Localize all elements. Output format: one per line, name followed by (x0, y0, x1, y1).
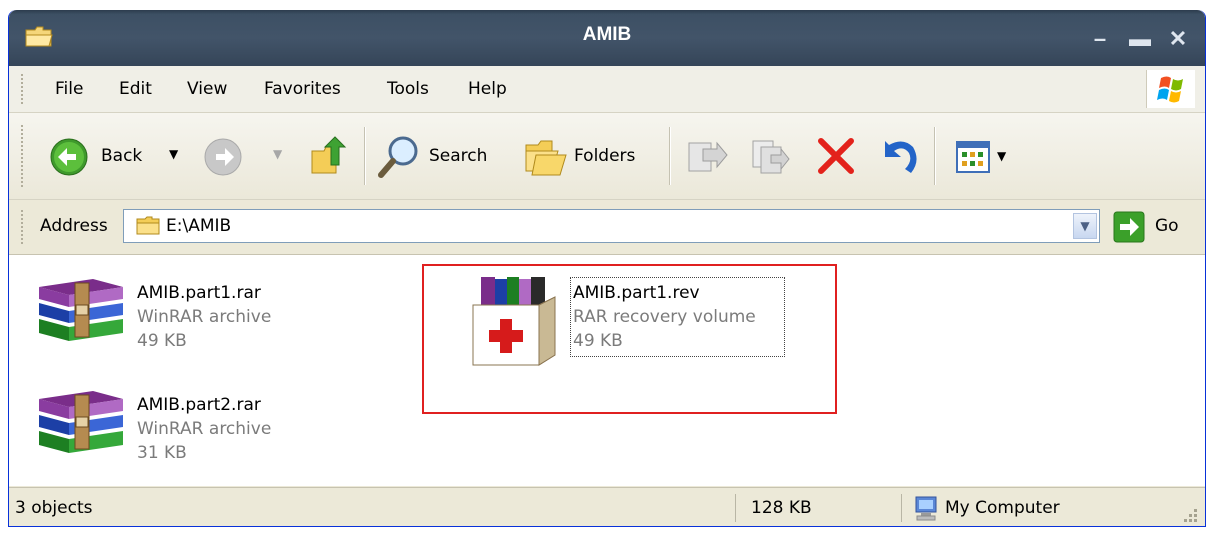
delete-icon[interactable] (815, 135, 857, 177)
status-total-size: 128 KB (751, 498, 812, 518)
status-divider (735, 494, 736, 522)
toolbar-separator (669, 127, 671, 185)
minimize-button[interactable]: – (1087, 28, 1113, 50)
folders-button-label[interactable]: Folders (574, 146, 635, 166)
winrar-archive-icon[interactable] (37, 277, 125, 351)
toolbar-separator (364, 127, 366, 185)
go-button[interactable]: Go (1105, 211, 1185, 243)
standard-toolbar: Back ▼ ▼ Search Folders ▼ (9, 113, 1205, 200)
forward-dropdown-icon: ▼ (273, 147, 283, 161)
address-input[interactable]: E:\AMIB ▼ (123, 209, 1100, 243)
menu-favorites[interactable]: Favorites (264, 79, 341, 99)
back-dropdown-icon[interactable]: ▼ (169, 147, 178, 161)
go-label: Go (1155, 216, 1179, 236)
undo-icon[interactable] (875, 135, 919, 177)
status-location: My Computer (945, 498, 1060, 518)
menu-edit[interactable]: Edit (119, 79, 152, 99)
windows-flag-icon (1157, 76, 1183, 103)
back-icon[interactable] (49, 137, 89, 177)
maximize-button[interactable]: ▬ (1127, 28, 1153, 50)
file-name: AMIB.part1.rev (573, 283, 700, 303)
address-bar: Address E:\AMIB ▼ Go (9, 200, 1205, 255)
resize-grip-icon[interactable] (1179, 504, 1199, 524)
views-dropdown-icon[interactable]: ▼ (997, 149, 1006, 163)
search-icon[interactable] (377, 133, 421, 179)
file-name: AMIB.part2.rar (137, 395, 261, 415)
file-type: WinRAR archive (137, 419, 272, 439)
menu-tools[interactable]: Tools (387, 79, 429, 99)
file-size: 31 KB (137, 443, 187, 463)
address-label: Address (40, 216, 108, 236)
file-type: RAR recovery volume (573, 307, 756, 327)
file-view[interactable]: AMIB.part1.rar WinRAR archive 49 KB AMIB… (9, 255, 1205, 486)
menu-grip[interactable] (21, 74, 26, 104)
rar-recovery-icon[interactable] (469, 275, 559, 367)
address-dropdown-button[interactable]: ▼ (1073, 213, 1097, 239)
address-grip[interactable] (21, 210, 26, 244)
move-to-icon[interactable] (685, 135, 729, 177)
up-folder-icon[interactable] (309, 135, 349, 177)
views-icon[interactable] (953, 137, 993, 177)
address-value: E:\AMIB (166, 216, 232, 236)
status-divider (901, 494, 902, 522)
menu-bar: File Edit View Favorites Tools Help (9, 66, 1205, 113)
winrar-archive-icon[interactable] (37, 389, 125, 463)
back-button-label[interactable]: Back (101, 146, 142, 166)
windows-logo (1146, 70, 1195, 108)
title-bar[interactable]: AMIB – ▬ ✕ (9, 10, 1205, 66)
menu-view[interactable]: View (187, 79, 227, 99)
status-bar: 3 objects 128 KB My Computer (9, 487, 1205, 526)
menu-file[interactable]: File (55, 79, 83, 99)
file-name: AMIB.part1.rar (137, 283, 261, 303)
toolbar-separator (934, 127, 936, 185)
copy-to-icon[interactable] (747, 135, 791, 177)
menu-help[interactable]: Help (468, 79, 507, 99)
close-button[interactable]: ✕ (1165, 28, 1191, 50)
explorer-window: AMIB – ▬ ✕ File Edit View Favorites Tool… (8, 10, 1206, 527)
file-type: WinRAR archive (137, 307, 272, 327)
file-size: 49 KB (137, 331, 187, 351)
window-title: AMIB (582, 24, 632, 45)
my-computer-icon (915, 496, 937, 521)
forward-icon[interactable] (203, 137, 243, 177)
folders-icon[interactable] (524, 135, 568, 177)
search-button-label[interactable]: Search (429, 146, 487, 166)
folder-icon (136, 216, 160, 235)
go-arrow-icon (1113, 211, 1145, 243)
toolbar-grip[interactable] (21, 125, 26, 187)
status-object-count: 3 objects (15, 498, 93, 518)
file-size: 49 KB (573, 331, 623, 351)
